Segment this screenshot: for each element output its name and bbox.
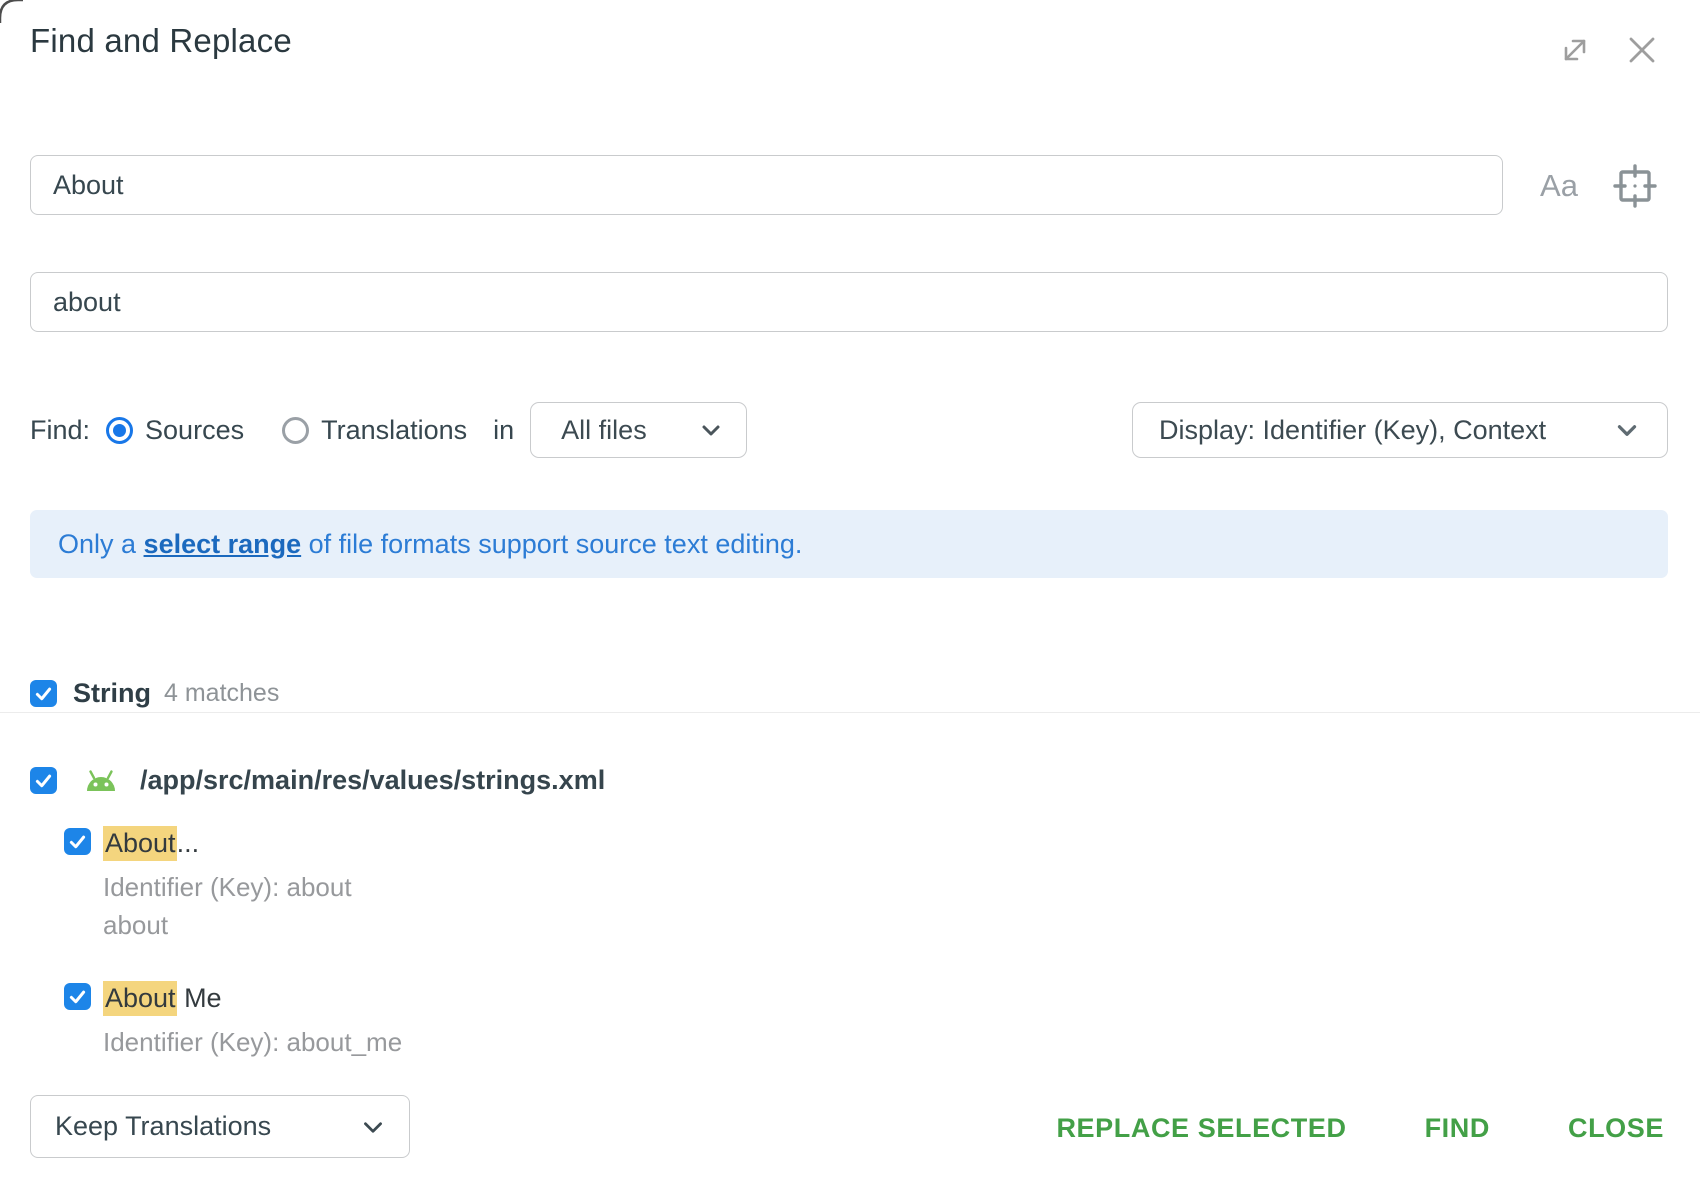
header-actions xyxy=(1558,32,1660,68)
select-range-link[interactable]: select range xyxy=(144,529,302,559)
group-match-count: 4 matches xyxy=(164,679,279,708)
result-checkbox[interactable] xyxy=(64,828,91,855)
display-dropdown-value: Display: Identifier (Key), Context xyxy=(1159,415,1546,446)
result-body: About Me Identifier (Key): about_me xyxy=(103,983,402,1058)
group-label: String xyxy=(73,678,151,709)
result-title: About Me xyxy=(103,983,402,1014)
frame-selection-icon[interactable] xyxy=(1612,163,1658,209)
result-identifier: Identifier (Key): about xyxy=(103,871,352,903)
highlighted-match: About xyxy=(103,826,177,861)
result-checkbox[interactable] xyxy=(64,983,91,1010)
files-dropdown[interactable]: All files xyxy=(530,402,747,458)
group-checkbox[interactable] xyxy=(30,680,57,707)
info-banner: Only a select range of file formats supp… xyxy=(30,510,1668,578)
check-icon xyxy=(67,831,88,852)
close-button[interactable]: CLOSE xyxy=(1568,1113,1664,1144)
result-title-rest: ... xyxy=(177,828,200,858)
page-title: Find and Replace xyxy=(30,22,292,60)
close-icon[interactable] xyxy=(1624,32,1660,68)
radio-sources-label[interactable]: Sources xyxy=(145,415,244,446)
chevron-down-icon xyxy=(1613,416,1641,444)
replace-input[interactable] xyxy=(30,272,1668,332)
check-icon xyxy=(33,683,54,704)
find-and-replace-dialog: Find and Replace Aa Fi xyxy=(0,0,1700,1192)
result-context: about xyxy=(103,909,352,941)
result-item[interactable]: About... Identifier (Key): about about xyxy=(64,828,352,941)
file-row[interactable]: /app/src/main/res/values/strings.xml xyxy=(30,765,605,796)
radio-translations[interactable] xyxy=(282,417,309,444)
result-title-rest: Me xyxy=(177,983,222,1013)
find-button[interactable]: FIND xyxy=(1425,1113,1490,1144)
translations-mode-dropdown[interactable]: Keep Translations xyxy=(30,1095,410,1158)
radio-translations-label[interactable]: Translations xyxy=(321,415,467,446)
replace-selected-button[interactable]: REPLACE SELECTED xyxy=(1056,1113,1346,1144)
find-label: Find: xyxy=(30,415,90,446)
result-item[interactable]: About Me Identifier (Key): about_me xyxy=(64,983,402,1058)
files-dropdown-value: All files xyxy=(561,415,647,446)
in-label: in xyxy=(493,415,514,446)
result-body: About... Identifier (Key): about about xyxy=(103,828,352,941)
android-icon xyxy=(82,767,120,795)
result-identifier: Identifier (Key): about_me xyxy=(103,1026,402,1058)
search-input[interactable] xyxy=(30,155,1503,215)
footer-actions: REPLACE SELECTED FIND CLOSE xyxy=(1056,1100,1664,1156)
find-options-row: Find: Sources Translations in All files xyxy=(30,402,747,458)
expand-icon[interactable] xyxy=(1558,33,1592,67)
result-title: About... xyxy=(103,828,352,859)
divider xyxy=(0,712,1700,713)
check-icon xyxy=(33,770,54,791)
translations-mode-value: Keep Translations xyxy=(55,1111,271,1142)
chevron-down-icon xyxy=(359,1113,387,1141)
match-case-toggle[interactable]: Aa xyxy=(1528,168,1590,204)
banner-text-suffix: of file formats support source text edit… xyxy=(301,529,802,559)
dialog-corner xyxy=(0,0,23,23)
radio-sources[interactable] xyxy=(106,417,133,444)
highlighted-match: About xyxy=(103,981,177,1016)
display-dropdown[interactable]: Display: Identifier (Key), Context xyxy=(1132,402,1668,458)
file-path: /app/src/main/res/values/strings.xml xyxy=(140,765,605,796)
file-checkbox[interactable] xyxy=(30,767,57,794)
chevron-down-icon xyxy=(698,417,724,443)
banner-text-prefix: Only a xyxy=(58,529,144,559)
result-group-row: String 4 matches xyxy=(30,678,279,709)
check-icon xyxy=(67,986,88,1007)
